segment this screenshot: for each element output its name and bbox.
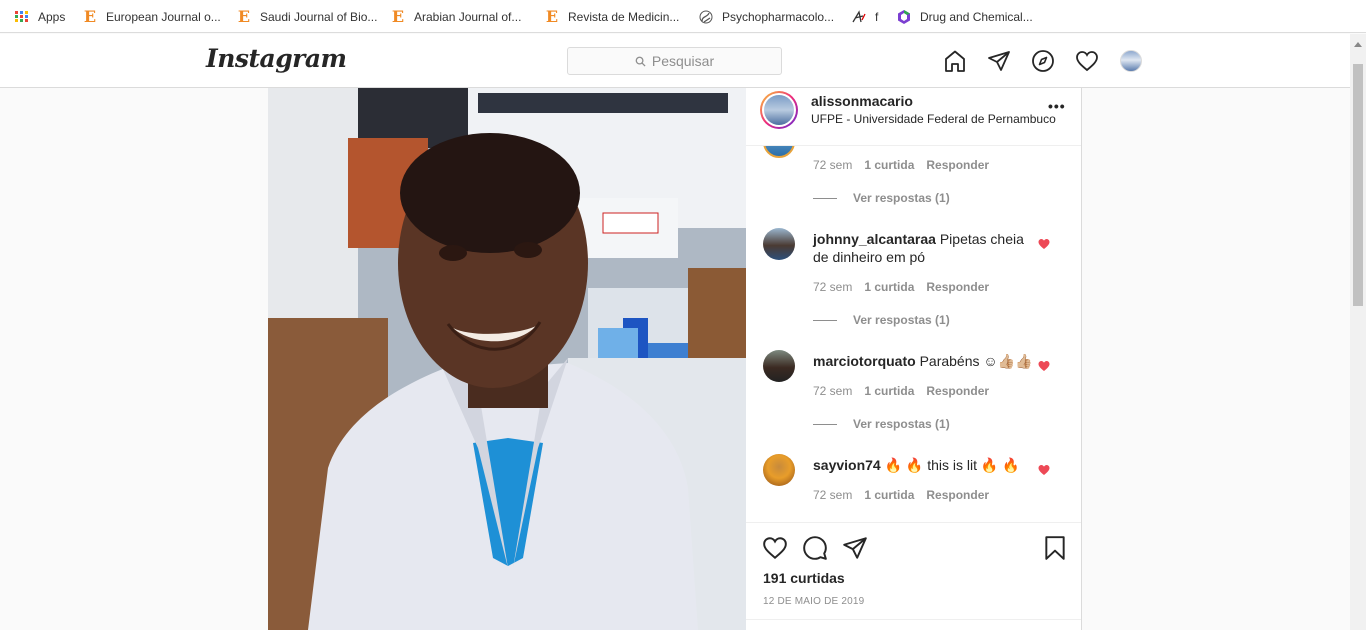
view-replies-button[interactable]: Ver respostas (1) bbox=[813, 417, 950, 431]
comment-text: 🔥 🔥 this is lit 🔥 🔥 bbox=[884, 457, 1020, 473]
elsevier-e-icon: E bbox=[391, 7, 405, 26]
likes-count[interactable]: 191 curtidas bbox=[763, 570, 845, 586]
scroll-up-icon[interactable] bbox=[1354, 42, 1362, 47]
bookmark-label: f bbox=[875, 9, 879, 24]
comment-bubble-icon[interactable] bbox=[802, 535, 828, 561]
comment-likes[interactable]: 1 curtida bbox=[864, 384, 914, 398]
bookmark-apps[interactable]: Apps bbox=[15, 0, 65, 33]
direct-message-icon[interactable] bbox=[987, 49, 1011, 73]
comment-time: 72 sem bbox=[813, 488, 853, 502]
instagram-logo[interactable]: Instagram bbox=[206, 44, 347, 73]
commenter-avatar[interactable] bbox=[763, 228, 795, 260]
elsevier-e-icon: E bbox=[545, 7, 559, 26]
bookmark-label: Revista de Medicin... bbox=[568, 9, 680, 24]
commenter-avatar[interactable] bbox=[763, 350, 795, 382]
reply-button[interactable]: Responder bbox=[926, 384, 989, 398]
comment-heart-icon[interactable] bbox=[1038, 238, 1050, 250]
bookmark-arabian-journal[interactable]: E Arabian Journal of... bbox=[390, 0, 522, 33]
save-bookmark-icon[interactable] bbox=[1042, 535, 1068, 561]
commenter-avatar[interactable] bbox=[763, 454, 795, 486]
share-send-icon[interactable] bbox=[842, 535, 868, 561]
apps-grid-icon bbox=[15, 11, 29, 22]
elsevier-e-icon: E bbox=[237, 7, 251, 26]
comment-heart-icon[interactable] bbox=[1038, 360, 1050, 372]
author-username[interactable]: alissonmacario bbox=[811, 93, 913, 109]
search-placeholder: Pesquisar bbox=[651, 53, 715, 69]
bookmark-label: Apps bbox=[38, 9, 66, 24]
comment-heart-icon[interactable] bbox=[1038, 464, 1050, 476]
lab-selfie-photo bbox=[268, 88, 746, 630]
instagram-header: Instagram Pesquisar bbox=[0, 34, 1350, 88]
bookmark-label: Saudi Journal of Bio... bbox=[260, 9, 378, 24]
like-heart-icon[interactable] bbox=[762, 535, 788, 561]
taylor-francis-icon bbox=[896, 9, 912, 25]
view-replies-label: Ver respostas (1) bbox=[853, 313, 950, 327]
comment-meta: 72 sem 1 curtida Responder bbox=[813, 488, 989, 502]
bookmark-f[interactable]: f bbox=[851, 0, 878, 33]
post-author-header: alissonmacario UFPE - Universidade Feder… bbox=[746, 88, 1081, 146]
comment-time: 72 sem bbox=[813, 384, 853, 398]
post-photo[interactable] bbox=[268, 88, 746, 630]
comment-body: sayvion74 🔥 🔥 this is lit 🔥 🔥 bbox=[813, 456, 1033, 474]
bookmark-label: Arabian Journal of... bbox=[414, 9, 522, 24]
comment-username[interactable]: marciotorquato bbox=[813, 353, 916, 369]
bookmark-saudi-journal[interactable]: E Saudi Journal of Bio... bbox=[236, 0, 378, 33]
post-date: 12 DE MAIO DE 2019 bbox=[763, 596, 865, 607]
view-replies-button[interactable]: Ver respostas (1) bbox=[813, 313, 950, 327]
bookmark-european-journal[interactable]: E European Journal o... bbox=[82, 0, 221, 33]
comment-likes[interactable]: 1 curtida bbox=[864, 488, 914, 502]
search-icon bbox=[635, 56, 646, 67]
f-icon bbox=[851, 9, 867, 25]
more-options-icon[interactable]: ••• bbox=[1048, 98, 1066, 114]
comment-likes[interactable]: 1 curtida bbox=[864, 158, 914, 172]
post-actions: 191 curtidas 12 DE MAIO DE 2019 bbox=[746, 522, 1081, 630]
view-replies-button[interactable]: Ver respostas (1) bbox=[813, 191, 950, 205]
post-location[interactable]: UFPE - Universidade Federal de Pernambuc… bbox=[811, 112, 1056, 126]
bookmark-label: European Journal o... bbox=[106, 9, 221, 24]
comment-username[interactable]: johnny_alcantaraa bbox=[813, 231, 936, 247]
bookmark-psychopharmacology[interactable]: Psychopharmacolo... bbox=[698, 0, 834, 33]
post-details-panel: alissonmacario UFPE - Universidade Feder… bbox=[746, 88, 1082, 630]
comment-time: 72 sem bbox=[813, 280, 853, 294]
search-input[interactable]: Pesquisar bbox=[567, 47, 782, 75]
comment-text: Parabéns ☺👍🏼👍🏼 bbox=[919, 353, 1033, 369]
home-icon[interactable] bbox=[943, 49, 967, 73]
scroll-thumb[interactable] bbox=[1353, 64, 1363, 306]
bookmark-drug-chemical[interactable]: Drug and Chemical... bbox=[896, 0, 1033, 33]
view-replies-label: Ver respostas (1) bbox=[853, 191, 950, 205]
comment-body: johnny_alcantaraa Pipetas cheia de dinhe… bbox=[813, 230, 1033, 266]
divider bbox=[746, 619, 1081, 620]
comment-meta: 72 sem 1 curtida Responder bbox=[813, 158, 989, 172]
reply-button[interactable]: Responder bbox=[926, 158, 989, 172]
comment-time: 72 sem bbox=[813, 158, 853, 172]
profile-avatar[interactable] bbox=[1120, 50, 1142, 72]
comment-username[interactable]: sayvion74 bbox=[813, 457, 881, 473]
author-avatar[interactable] bbox=[760, 91, 798, 129]
page-scrollbar[interactable] bbox=[1350, 34, 1366, 630]
bookmark-revista-medicina[interactable]: E Revista de Medicin... bbox=[544, 0, 680, 33]
comment-likes[interactable]: 1 curtida bbox=[864, 280, 914, 294]
activity-heart-icon[interactable] bbox=[1075, 49, 1099, 73]
explore-compass-icon[interactable] bbox=[1031, 49, 1055, 73]
commenter-avatar[interactable] bbox=[763, 146, 795, 158]
bookmarks-bar: Apps E European Journal o... E Saudi Jou… bbox=[0, 0, 1366, 33]
comments-list[interactable]: 72 sem 1 curtida Responder Ver respostas… bbox=[746, 146, 1081, 522]
elsevier-e-icon: E bbox=[83, 7, 97, 26]
comment-meta: 72 sem 1 curtida Responder bbox=[813, 280, 989, 294]
bookmark-label: Drug and Chemical... bbox=[920, 9, 1033, 24]
reply-button[interactable]: Responder bbox=[926, 488, 989, 502]
bookmark-label: Psychopharmacolo... bbox=[722, 9, 835, 24]
comment-meta: 72 sem 1 curtida Responder bbox=[813, 384, 989, 398]
view-replies-label: Ver respostas (1) bbox=[853, 417, 950, 431]
springer-icon bbox=[698, 9, 714, 25]
comment-body: marciotorquato Parabéns ☺👍🏼👍🏼 bbox=[813, 352, 1033, 370]
reply-button[interactable]: Responder bbox=[926, 280, 989, 294]
